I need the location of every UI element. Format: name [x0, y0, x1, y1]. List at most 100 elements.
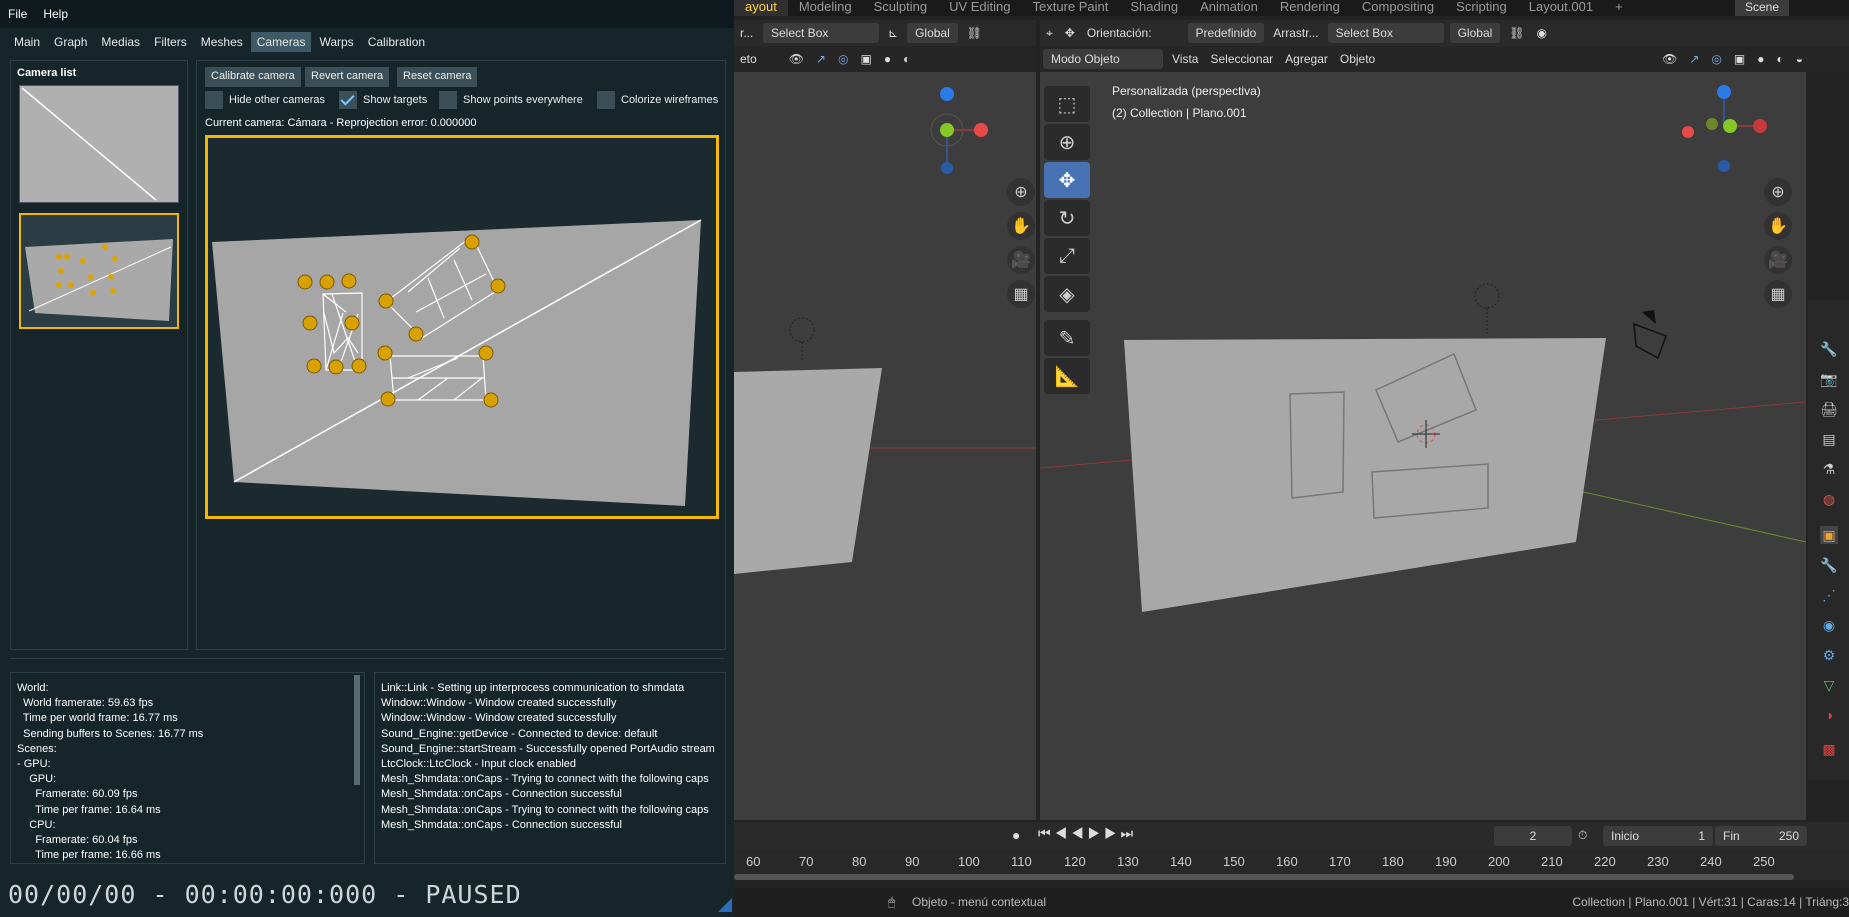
- revert-camera-button[interactable]: Revert camera: [305, 67, 390, 87]
- drag-label[interactable]: Arrastr...: [1267, 23, 1324, 43]
- left-transform-dropdown[interactable]: Global: [907, 23, 958, 43]
- modifier-properties-icon[interactable]: 🔧: [1820, 556, 1838, 574]
- shading-material-icon[interactable]: ◐: [1771, 49, 1790, 69]
- menu-objeto[interactable]: Objeto: [1334, 49, 1381, 69]
- proportional-edit-icon[interactable]: ◉: [1531, 23, 1553, 43]
- gizmo-icon[interactable]: ↗: [810, 49, 832, 69]
- end-frame-field[interactable]: Fin 250: [1715, 826, 1807, 846]
- workspace-tab-uv-editing[interactable]: UV Editing: [938, 0, 1021, 16]
- tab-meshes[interactable]: Meshes: [195, 32, 249, 52]
- xray-icon[interactable]: ▣: [1728, 49, 1751, 69]
- select-box-tool-icon[interactable]: ⬚: [1044, 86, 1090, 122]
- camera-calibration-view[interactable]: [205, 135, 719, 519]
- stats-scrollbar[interactable]: [354, 675, 360, 785]
- calibrate-camera-button[interactable]: Calibrate camera: [205, 67, 301, 87]
- tab-filters[interactable]: Filters: [148, 32, 193, 52]
- scene-properties-icon[interactable]: ⚗: [1820, 460, 1838, 478]
- menu-help[interactable]: Help: [43, 7, 68, 21]
- transform-tool-icon[interactable]: ◈: [1044, 276, 1090, 312]
- output-properties-icon[interactable]: 🖨: [1820, 400, 1838, 418]
- menu-agregar[interactable]: Agregar: [1279, 49, 1334, 69]
- orientation-dropdown[interactable]: Predefinido: [1187, 23, 1265, 43]
- colorize-wireframes-checkbox[interactable]: Colorize wireframes: [597, 91, 718, 109]
- xray-icon[interactable]: ▣: [854, 49, 877, 69]
- snapping-icon[interactable]: ⛓: [961, 23, 988, 43]
- perspective-toggle-icon[interactable]: ▦: [1764, 280, 1792, 308]
- render-properties-icon[interactable]: 📷: [1820, 370, 1838, 388]
- grid-ortho-icon[interactable]: ▦: [1007, 280, 1035, 308]
- tab-main[interactable]: Main: [8, 32, 46, 52]
- menu-vista[interactable]: Vista: [1166, 49, 1204, 69]
- workspace-tab-animation[interactable]: Animation: [1189, 0, 1269, 16]
- left-3d-viewport[interactable]: ⊕ ✋ 🎥 ▦: [734, 72, 1036, 820]
- hide-other-cameras-checkbox[interactable]: Hide other cameras: [205, 91, 325, 109]
- move-tool-icon[interactable]: ✥: [1044, 162, 1090, 198]
- scale-tool-icon[interactable]: ⤢: [1044, 238, 1090, 274]
- current-frame-field[interactable]: 2: [1494, 826, 1572, 846]
- log-panel[interactable]: Link::Link - Setting up interprocess com…: [374, 672, 726, 864]
- tab-cameras[interactable]: Cameras: [250, 32, 312, 52]
- pan-hand-icon[interactable]: ✋: [1764, 212, 1792, 240]
- cursor-tool-icon[interactable]: ⊕: [1044, 124, 1090, 160]
- menu-file[interactable]: File: [8, 7, 27, 21]
- shading-solid-icon[interactable]: ●: [1751, 49, 1770, 69]
- rotate-tool-icon[interactable]: ↻: [1044, 200, 1090, 236]
- shading-rendered-icon[interactable]: ◒: [1790, 49, 1809, 69]
- start-frame-field[interactable]: Inicio 1: [1603, 826, 1713, 846]
- add-workspace-button[interactable]: +: [1604, 0, 1634, 16]
- annotate-tool-icon[interactable]: ✎: [1044, 320, 1090, 356]
- right-transform-dropdown[interactable]: Global: [1449, 23, 1501, 43]
- tweak-tool-icon[interactable]: ⌖: [1040, 23, 1059, 44]
- timeline-scrollbar[interactable]: [734, 874, 1794, 880]
- timer-icon[interactable]: ⏱: [1578, 828, 1587, 843]
- scene-selector[interactable]: Scene: [1734, 0, 1789, 16]
- resize-grip-icon[interactable]: [718, 898, 732, 912]
- workspace-tab-modeling[interactable]: Modeling: [788, 0, 863, 16]
- camera-thumbnail-1[interactable]: [19, 85, 179, 203]
- show-points-checkbox[interactable]: Show points everywhere: [439, 91, 583, 109]
- workspace-tab-sculpting[interactable]: Sculpting: [863, 0, 938, 16]
- texture-properties-icon[interactable]: ▩: [1820, 740, 1838, 758]
- timeline-ruler[interactable]: 60 70 80 90 100 110 120 130 140 150 160 170 180 190 20…: [734, 850, 1849, 880]
- visibility-eye-icon[interactable]: 👁: [783, 49, 810, 69]
- reset-camera-button[interactable]: Reset camera: [397, 67, 478, 87]
- workspace-tab-texture-paint[interactable]: Texture Paint: [1021, 0, 1119, 16]
- workspace-tab-layout-001[interactable]: Layout.001: [1518, 0, 1604, 16]
- tab-warps[interactable]: Warps: [313, 32, 359, 52]
- constraints-icon[interactable]: ⚙: [1820, 646, 1838, 664]
- playback-controls-icon[interactable]: ⏮◀◀▶▶⏭: [1038, 825, 1137, 842]
- gizmo-icon[interactable]: ↗: [1683, 49, 1705, 69]
- visibility-eye-icon[interactable]: 👁: [1656, 49, 1683, 69]
- material-properties-icon[interactable]: ◑: [1820, 706, 1838, 724]
- camera-view-icon[interactable]: 🎥: [1007, 246, 1035, 274]
- shading-solid-icon[interactable]: ●: [878, 49, 897, 69]
- menu-seleccionar[interactable]: Seleccionar: [1204, 49, 1279, 69]
- camera-view-icon[interactable]: 🎥: [1764, 246, 1792, 274]
- workspace-tab-layout[interactable]: ayout: [734, 0, 788, 16]
- right-select-box-dropdown[interactable]: Select Box: [1327, 23, 1444, 43]
- stats-panel[interactable]: World: World framerate: 59.63 fps Time p…: [10, 672, 365, 864]
- tab-calibration[interactable]: Calibration: [362, 32, 431, 52]
- snap-icon[interactable]: ⛓: [1503, 23, 1530, 43]
- overlay-icon[interactable]: ◎: [832, 49, 854, 69]
- right-3d-viewport[interactable]: Personalizada (perspectiva) (2) Collecti…: [1040, 72, 1806, 820]
- zoom-icon[interactable]: ⊕: [1764, 178, 1792, 206]
- show-targets-checkbox[interactable]: Show targets: [339, 91, 427, 109]
- workspace-tab-scripting[interactable]: Scripting: [1445, 0, 1518, 16]
- left-select-box-dropdown[interactable]: Select Box: [763, 23, 879, 43]
- camera-thumbnail-2[interactable]: [19, 213, 179, 329]
- tool-properties-icon[interactable]: 🔧: [1820, 340, 1838, 358]
- workspace-tab-shading[interactable]: Shading: [1119, 0, 1189, 16]
- zoom-icon[interactable]: ⊕: [1007, 178, 1035, 206]
- particles-icon[interactable]: ⋰: [1820, 586, 1838, 604]
- view-layer-icon[interactable]: ▤: [1820, 430, 1838, 448]
- move-arrows-icon[interactable]: ✥: [1059, 23, 1081, 43]
- workspace-tab-rendering[interactable]: Rendering: [1269, 0, 1351, 16]
- object-properties-icon[interactable]: ▣: [1820, 526, 1838, 544]
- data-properties-icon[interactable]: ▽: [1820, 676, 1838, 694]
- physics-icon[interactable]: ◉: [1820, 616, 1838, 634]
- workspace-tab-compositing[interactable]: Compositing: [1351, 0, 1445, 16]
- mode-dropdown[interactable]: Modo Objeto: [1043, 49, 1163, 69]
- overlay-icon[interactable]: ◎: [1705, 49, 1727, 69]
- pan-hand-icon[interactable]: ✋: [1007, 212, 1035, 240]
